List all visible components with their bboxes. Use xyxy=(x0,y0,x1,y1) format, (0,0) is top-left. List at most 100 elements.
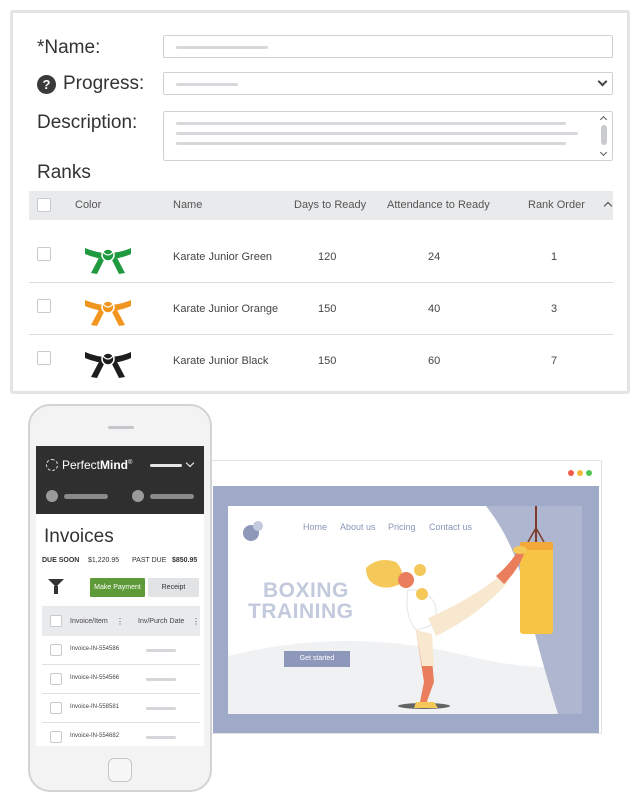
site-logo-icon[interactable] xyxy=(242,520,264,542)
table-row[interactable]: Karate Junior Black 150 60 7 xyxy=(29,335,613,387)
help-icon[interactable]: ? xyxy=(37,75,56,94)
col-attendance-to-ready[interactable]: Attendance to Ready xyxy=(387,199,490,211)
hero-title-line-2: TRAINING xyxy=(248,600,354,623)
phone-mockup: PerfectMind® Invoices DUE SOON $1,220.95… xyxy=(28,404,212,792)
window-close-dot[interactable] xyxy=(568,470,574,476)
rank-form-card: *Name: ? Progress: Description: Ranks Co… xyxy=(10,10,630,394)
progress-placeholder-line xyxy=(176,83,238,86)
invoices-title: Invoices xyxy=(44,526,114,547)
row-checkbox[interactable] xyxy=(37,351,51,365)
list-item[interactable]: Invoice-IN-558581 xyxy=(42,694,200,723)
invoice-id: Invoice-IN-554682 xyxy=(70,733,120,739)
phone-screen: PerfectMind® Invoices DUE SOON $1,220.95… xyxy=(36,446,204,746)
phone-speaker xyxy=(108,426,134,429)
name-input[interactable] xyxy=(163,35,613,58)
brand-light: Perfect xyxy=(62,458,101,472)
avatar-dot[interactable] xyxy=(132,490,144,502)
chevron-down-icon[interactable] xyxy=(185,458,195,468)
header-placeholder-bar xyxy=(64,494,108,499)
rank-order: 1 xyxy=(551,251,558,263)
rank-days: 150 xyxy=(318,303,337,315)
avatar-dot[interactable] xyxy=(46,490,58,502)
description-textarea[interactable] xyxy=(163,111,613,161)
table-row[interactable]: Karate Junior Orange 150 40 3 xyxy=(29,283,613,335)
receipt-button[interactable]: Receipt xyxy=(148,578,199,597)
brand-logo: PerfectMind® xyxy=(62,458,132,472)
rank-name: Karate Junior Green xyxy=(173,251,273,263)
rank-name: Karate Junior Orange xyxy=(173,303,279,315)
row-checkbox[interactable] xyxy=(50,731,62,743)
past-due-label: PAST DUE xyxy=(132,557,167,564)
progress-label: Progress: xyxy=(63,73,145,94)
invoice-id: Invoice-IN-554566 xyxy=(70,675,120,681)
description-line-3 xyxy=(176,142,566,145)
rank-attendance: 24 xyxy=(428,251,441,263)
belt-icon xyxy=(85,300,131,326)
nav-home[interactable]: Home xyxy=(303,522,327,532)
sort-ascending-icon[interactable] xyxy=(603,201,613,211)
make-payment-button[interactable]: Make Payment xyxy=(90,578,145,597)
select-all-checkbox[interactable] xyxy=(50,615,62,627)
date-placeholder-bar xyxy=(146,707,176,710)
row-checkbox[interactable] xyxy=(50,644,62,656)
nav-contact-us[interactable]: Contact us xyxy=(429,522,472,532)
hero-frame: Home About us Pricing Contact us BOXING … xyxy=(213,486,599,733)
col-rank-order[interactable]: Rank Order xyxy=(528,199,585,211)
past-due-value: $850.95 xyxy=(172,557,198,564)
website-page: Home About us Pricing Contact us BOXING … xyxy=(228,506,582,714)
description-line-1 xyxy=(176,122,566,125)
sort-icon[interactable]: ⋮ xyxy=(192,617,200,626)
list-item[interactable]: Invoice-IN-554566 xyxy=(42,665,200,694)
get-started-button[interactable]: Get started xyxy=(284,651,350,667)
brand-registered: ® xyxy=(128,460,133,466)
row-checkbox[interactable] xyxy=(50,673,62,685)
textarea-scrollbar[interactable] xyxy=(599,115,609,157)
belt-icon xyxy=(85,352,131,378)
scroll-thumb[interactable] xyxy=(601,125,607,145)
sort-icon[interactable]: ⋮ xyxy=(116,617,124,626)
col-inv-purch-date[interactable]: Inv/Purch Date xyxy=(138,618,184,625)
brand-bold: Mind xyxy=(100,458,129,472)
row-checkbox[interactable] xyxy=(37,247,51,261)
perfectmind-logo-icon xyxy=(46,459,58,471)
list-item[interactable]: Invoice-IN-554586 xyxy=(42,636,200,665)
col-days-to-ready[interactable]: Days to Ready xyxy=(294,199,366,211)
col-color[interactable]: Color xyxy=(75,199,101,211)
nav-pricing[interactable]: Pricing xyxy=(388,522,416,532)
window-maximize-dot[interactable] xyxy=(586,470,592,476)
name-label: *Name: xyxy=(37,37,101,58)
row-checkbox[interactable] xyxy=(50,702,62,714)
filter-icon-stem[interactable] xyxy=(54,586,58,594)
phone-home-button[interactable] xyxy=(108,758,132,782)
date-placeholder-bar xyxy=(146,649,176,652)
rank-days: 120 xyxy=(318,251,337,263)
row-checkbox[interactable] xyxy=(37,299,51,313)
progress-select[interactable] xyxy=(163,72,613,95)
scroll-up-icon[interactable] xyxy=(599,115,608,124)
window-minimize-dot[interactable] xyxy=(577,470,583,476)
chevron-down-icon xyxy=(597,76,608,87)
app-header: PerfectMind® xyxy=(36,446,204,514)
select-all-checkbox[interactable] xyxy=(37,198,51,212)
hero-title-line-1: BOXING xyxy=(263,579,349,602)
account-menu-line[interactable] xyxy=(150,464,182,467)
rank-order: 7 xyxy=(551,355,558,367)
date-placeholder-bar xyxy=(146,736,176,739)
rank-attendance: 40 xyxy=(428,303,441,315)
due-soon-label: DUE SOON xyxy=(42,557,80,564)
list-item[interactable]: Invoice-IN-554682 xyxy=(42,723,200,746)
table-row[interactable]: Karate Junior Green 120 24 1 xyxy=(29,231,613,283)
nav-about-us[interactable]: About us xyxy=(340,522,376,532)
col-invoice-item[interactable]: Invoice/Item xyxy=(70,618,108,625)
invoice-id: Invoice-IN-558581 xyxy=(70,704,120,710)
description-label: Description: xyxy=(37,112,138,133)
rank-days: 150 xyxy=(318,355,337,367)
due-soon-value: $1,220.95 xyxy=(88,557,120,564)
col-name[interactable]: Name xyxy=(173,199,202,211)
scroll-down-icon[interactable] xyxy=(599,148,608,157)
description-line-2 xyxy=(176,132,578,135)
belt-icon xyxy=(85,248,131,274)
invoice-table-header: Invoice/Item ⋮ Inv/Purch Date ⋮ xyxy=(42,606,200,636)
hero-title: BOXING TRAINING xyxy=(248,580,354,622)
name-placeholder-line xyxy=(176,46,268,49)
